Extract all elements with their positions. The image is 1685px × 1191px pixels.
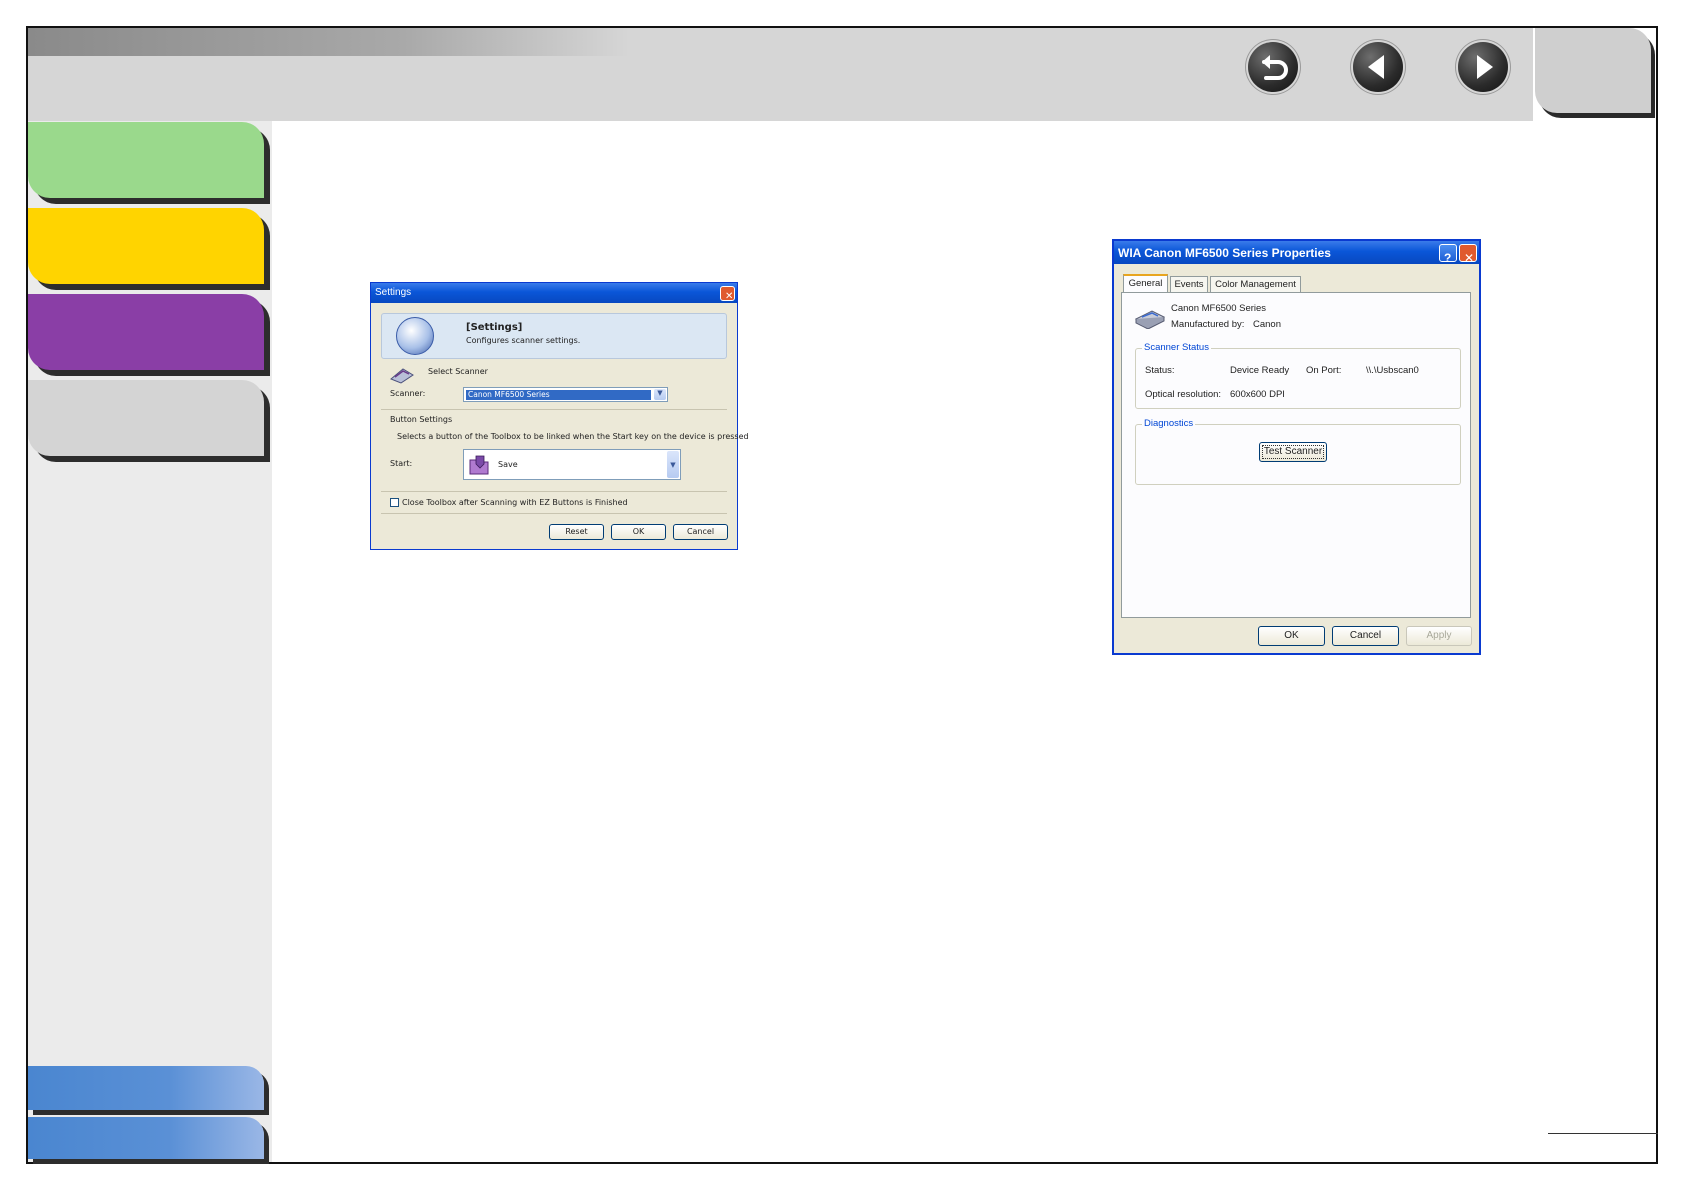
close-icon: ✕ <box>725 291 734 302</box>
sidebar-tab-yellow[interactable] <box>28 208 264 284</box>
status-value: Device Ready <box>1230 365 1290 376</box>
settings-title-bar: Settings ✕ <box>371 283 737 303</box>
chevron-down-icon: ▼ <box>654 389 666 400</box>
close-toolbox-label: Close Toolbox after Scanning with EZ But… <box>402 498 628 507</box>
wia-properties-dialog: WIA Canon MF6500 Series Properties ? ✕ G… <box>1112 239 1481 655</box>
scanner-icon <box>389 365 415 388</box>
sidebar-blue-button-2[interactable] <box>28 1117 264 1159</box>
divider <box>381 409 727 410</box>
tab-events[interactable]: Events <box>1170 276 1208 293</box>
diagnostics-group: Diagnostics Test Scanner <box>1135 418 1461 485</box>
ok-button[interactable]: OK <box>611 524 666 540</box>
wia-title-bar: WIA Canon MF6500 Series Properties ? ✕ <box>1114 241 1479 265</box>
apply-button[interactable]: Apply <box>1406 626 1472 646</box>
resolution-value: 600x600 DPI <box>1230 389 1285 400</box>
banner-subtitle: Configures scanner settings. <box>466 336 581 345</box>
start-select[interactable]: Save ▼ <box>463 449 681 480</box>
port-label: On Port: <box>1306 365 1342 376</box>
scanner-select[interactable]: Canon MF6500 Series ▼ <box>463 387 668 402</box>
reset-button[interactable]: Reset <box>549 524 604 540</box>
divider <box>381 491 727 492</box>
save-folder-icon <box>468 454 492 479</box>
chevron-down-icon: ▼ <box>667 451 679 478</box>
footer-rule <box>1548 1133 1658 1134</box>
device-name: Canon MF6500 Series <box>1171 303 1267 314</box>
close-toolbox-checkbox[interactable] <box>390 498 399 507</box>
port-value: \\.\Usbscan0 <box>1366 365 1419 376</box>
question-mark-icon: ? <box>1444 251 1452 265</box>
manufacturer-value: Canon <box>1253 319 1281 330</box>
scanner-device-icon <box>1134 305 1166 332</box>
select-scanner-label: Select Scanner <box>428 367 488 376</box>
scanner-status-caption: Scanner Status <box>1142 342 1211 353</box>
wia-close-button[interactable]: ✕ <box>1459 244 1477 265</box>
sidebar-tab-gray[interactable] <box>28 380 264 456</box>
status-label: Status: <box>1145 365 1175 376</box>
scanner-select-value: Canon MF6500 Series <box>466 390 651 400</box>
cancel-button[interactable]: Cancel <box>1332 626 1399 646</box>
tab-general[interactable]: General <box>1123 274 1168 293</box>
next-page-button[interactable] <box>1458 42 1508 92</box>
corner-page-tab <box>1535 28 1651 113</box>
sidebar-blue-button-1[interactable] <box>28 1066 264 1110</box>
general-tab-panel: Canon MF6500 Series Manufactured by: Can… <box>1121 292 1471 618</box>
settings-close-button[interactable]: ✕ <box>720 286 735 302</box>
divider <box>381 513 727 514</box>
help-button[interactable]: ? <box>1439 244 1457 265</box>
previous-page-button[interactable] <box>1353 42 1403 92</box>
sidebar-tab-green[interactable] <box>28 122 264 198</box>
header-gradient-strip <box>28 28 1533 56</box>
start-label: Start: <box>390 459 413 468</box>
diagnostics-caption: Diagnostics <box>1142 418 1196 429</box>
wia-title: WIA Canon MF6500 Series Properties <box>1118 246 1331 260</box>
manufacturer-label: Manufactured by: <box>1171 319 1245 330</box>
settings-title: Settings <box>375 287 412 298</box>
sidebar-tab-purple[interactable] <box>28 294 264 370</box>
ok-button[interactable]: OK <box>1258 626 1325 646</box>
settings-dialog: Settings ✕ [Settings] Configures scanner… <box>370 282 749 550</box>
cancel-button[interactable]: Cancel <box>673 524 728 540</box>
test-scanner-button[interactable]: Test Scanner <box>1259 442 1327 462</box>
banner-heading: [Settings] <box>466 322 523 333</box>
top-header-bar <box>28 28 1533 121</box>
tab-color-management[interactable]: Color Management <box>1210 276 1301 293</box>
button-settings-description: Selects a button of the Toolbox to be li… <box>397 432 749 441</box>
start-select-value: Save <box>498 460 518 469</box>
back-button[interactable] <box>1248 42 1298 92</box>
scanner-status-group: Scanner Status Status: Device Ready On P… <box>1135 342 1461 409</box>
close-icon: ✕ <box>1464 251 1475 265</box>
button-settings-label: Button Settings <box>390 415 453 424</box>
resolution-label: Optical resolution: <box>1145 389 1222 400</box>
scanner-settings-icon <box>396 317 434 355</box>
scanner-label: Scanner: <box>390 389 426 398</box>
settings-banner: [Settings] Configures scanner settings. <box>381 313 727 359</box>
